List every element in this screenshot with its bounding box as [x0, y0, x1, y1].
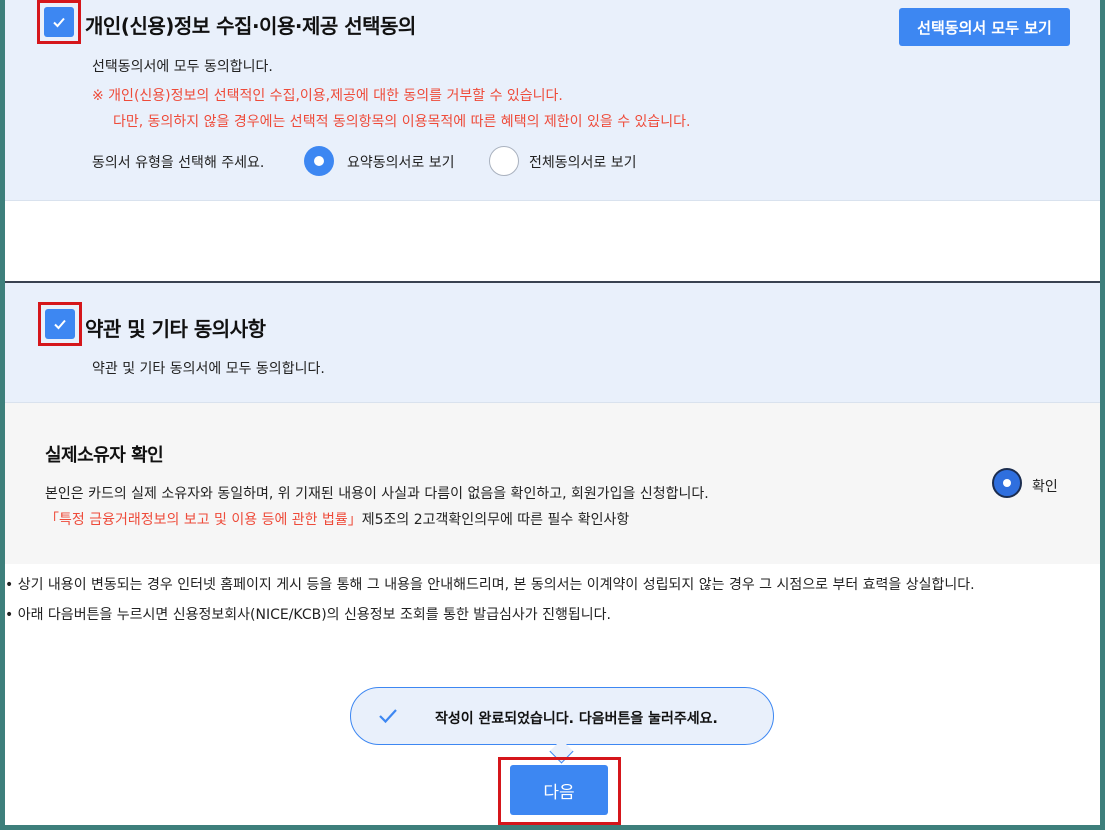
- warning-line-2: 다만, 동의하지 않을 경우에는 선택적 동의항목의 이용목적에 따른 혜택의 …: [113, 114, 691, 130]
- consent-type-prompt: 동의서 유형을 선택해 주세요.: [92, 155, 265, 171]
- terms-agree-all-text: 약관 및 기타 동의서에 모두 동의합니다.: [92, 361, 325, 377]
- full-consent-radio[interactable]: [489, 146, 519, 176]
- terms-consent-section: [5, 283, 1100, 403]
- notice-item: • 상기 내용이 변동되는 경우 인터넷 홈페이지 게시 등을 통해 그 내용을…: [5, 577, 975, 593]
- owner-confirm-description: 본인은 카드의 실제 소유자와 동일하며, 위 기재된 내용이 사실과 다름이 …: [45, 486, 709, 502]
- owner-confirm-label[interactable]: 확인: [1032, 476, 1058, 496]
- notice-item: • 아래 다음버튼을 누르시면 신용정보회사(NICE/KCB)의 신용정보 조…: [5, 607, 611, 623]
- bullet-icon: •: [5, 607, 14, 623]
- law-name: 「특정 금융거래정보의 보고 및 이용 등에 관한 법률」: [45, 512, 362, 528]
- check-icon: [379, 709, 397, 724]
- personal-consent-title: 개인(신용)정보 수집·이용·제공 선택동의: [85, 14, 416, 38]
- summary-consent-radio[interactable]: [304, 146, 334, 176]
- consent-page: 개인(신용)정보 수집·이용·제공 선택동의 선택동의서 모두 보기 선택동의서…: [5, 0, 1100, 825]
- summary-consent-label[interactable]: 요약동의서로 보기: [347, 152, 455, 172]
- view-all-consents-button[interactable]: 선택동의서 모두 보기: [899, 8, 1070, 46]
- personal-consent-checkbox[interactable]: [44, 7, 74, 37]
- warning-line-1: ※ 개인(신용)정보의 선택적인 수집,이용,제공에 대한 동의를 거부할 수 …: [92, 88, 563, 104]
- terms-consent-checkbox[interactable]: [45, 309, 75, 339]
- bullet-icon: •: [5, 577, 14, 593]
- full-consent-label[interactable]: 전체동의서로 보기: [529, 152, 637, 172]
- personal-agree-all-text: 선택동의서에 모두 동의합니다.: [92, 59, 273, 75]
- law-clause: 제5조의 2고객확인의무에 따른 필수 확인사항: [361, 512, 630, 528]
- terms-consent-title: 약관 및 기타 동의사항: [85, 317, 266, 341]
- checkmark-icon: [54, 319, 66, 330]
- owner-confirm-radio[interactable]: [992, 468, 1022, 498]
- owner-law-reference: 「특정 금융거래정보의 보고 및 이용 등에 관한 법률」제5조의 2고객확인의…: [45, 509, 629, 529]
- owner-confirm-title: 실제소유자 확인: [45, 445, 164, 466]
- completion-message: 작성이 완료되었습니다. 다음버튼을 눌러주세요.: [435, 711, 718, 727]
- next-button[interactable]: 다음: [510, 765, 608, 815]
- checkmark-icon: [53, 17, 65, 28]
